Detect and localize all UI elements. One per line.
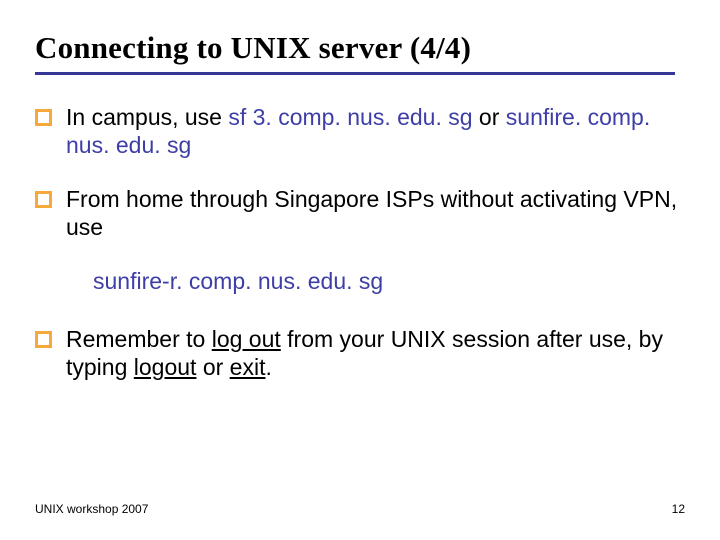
- bullet-content: In campus, use sf 3. comp. nus. edu. sg …: [66, 103, 685, 159]
- text-run: or: [196, 354, 229, 380]
- underlined-text: exit: [230, 354, 266, 380]
- underlined-text: logout: [134, 354, 197, 380]
- bullet-marker-icon: [35, 109, 52, 126]
- bullet-marker-icon: [35, 331, 52, 348]
- slide: Connecting to UNIX server (4/4) In campu…: [0, 0, 720, 540]
- text-run: From home through Singapore ISPs without…: [66, 186, 677, 240]
- text-run: .: [265, 354, 271, 380]
- bullet-content: Remember to log out from your UNIX sessi…: [66, 325, 685, 381]
- slide-footer: UNIX workshop 2007 12: [35, 502, 685, 516]
- indented-hostname: sunfire-r. comp. nus. edu. sg: [93, 267, 685, 295]
- slide-body: In campus, use sf 3. comp. nus. edu. sg …: [35, 103, 685, 381]
- bullet-item: Remember to log out from your UNIX sessi…: [35, 325, 685, 381]
- text-run: or: [473, 104, 506, 130]
- bullet-item: From home through Singapore ISPs without…: [35, 185, 685, 241]
- title-underline: [35, 72, 675, 75]
- bullet-item: In campus, use sf 3. comp. nus. edu. sg …: [35, 103, 685, 159]
- bullet-marker-icon: [35, 191, 52, 208]
- footer-left: UNIX workshop 2007: [35, 502, 148, 516]
- hostname-text: sf 3. comp. nus. edu. sg: [228, 104, 472, 130]
- bullet-content: From home through Singapore ISPs without…: [66, 185, 685, 241]
- slide-title: Connecting to UNIX server (4/4): [35, 30, 685, 66]
- text-run: Remember to: [66, 326, 212, 352]
- text-run: In campus, use: [66, 104, 228, 130]
- page-number: 12: [672, 502, 685, 516]
- underlined-text: log out: [212, 326, 281, 352]
